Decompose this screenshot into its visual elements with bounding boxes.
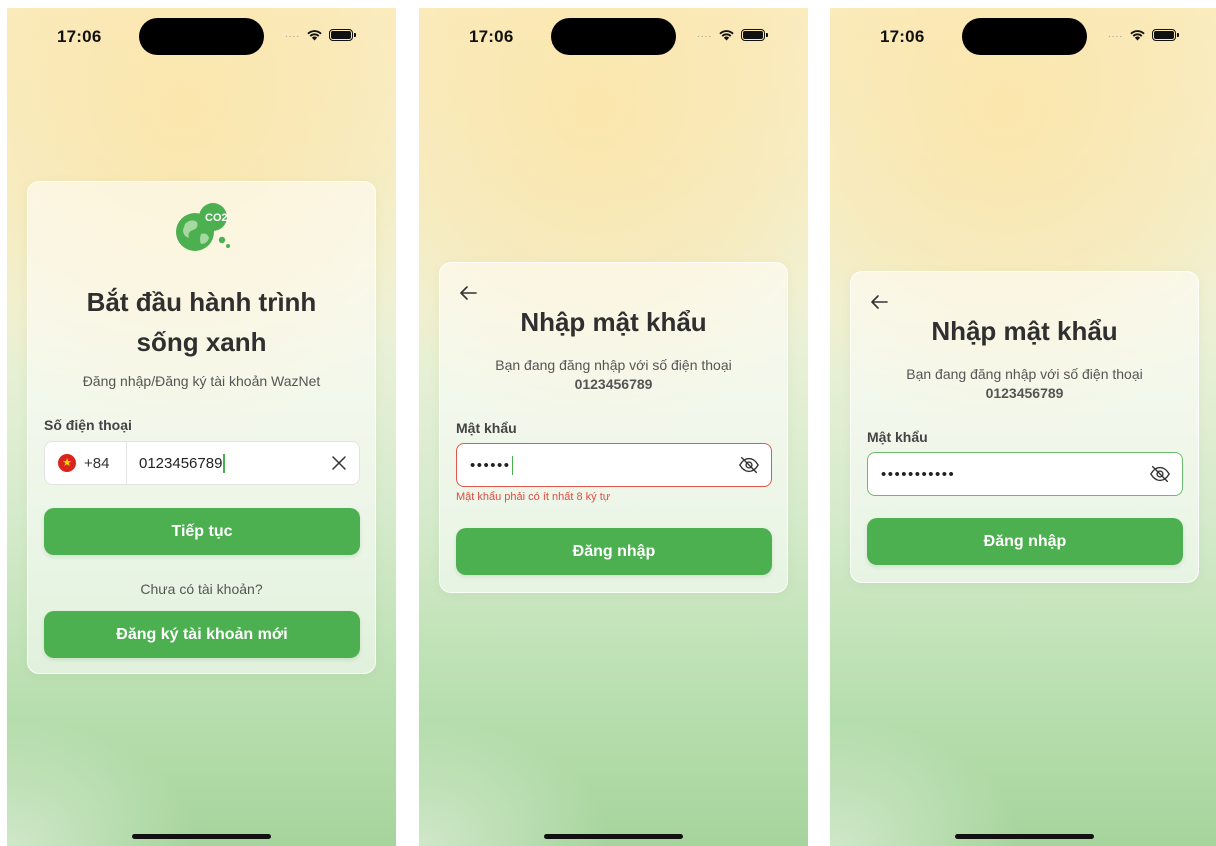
- password-card: Nhập mật khẩu Bạn đang đăng nhập với số …: [439, 262, 788, 593]
- status-time: 17:06: [469, 27, 514, 46]
- dynamic-island: [962, 18, 1087, 55]
- continue-button[interactable]: Tiếp tục: [44, 508, 360, 555]
- dynamic-island: [139, 18, 264, 55]
- status-time: 17:06: [880, 27, 925, 46]
- status-icons: ....: [285, 28, 357, 41]
- phone-input-field[interactable]: ★ +84 0123456789: [44, 441, 360, 485]
- phone-number: 0123456789: [574, 376, 653, 392]
- phone-screen-login-start: 17:06 .... CO2 Bắt đầu hành trình sống x…: [7, 8, 396, 846]
- page-subtitle: Bạn đang đăng nhập với số điện thoại 012…: [851, 365, 1198, 403]
- wifi-icon: [307, 30, 322, 41]
- subtitle-text: Bạn đang đăng nhập với số điện thoại: [906, 366, 1143, 382]
- page-title: Bắt đầu hành trình sống xanh: [28, 282, 375, 362]
- clear-phone-button[interactable]: [329, 453, 349, 473]
- country-code: +84: [84, 454, 110, 472]
- phone-number: 0123456789: [985, 385, 1064, 401]
- eye-off-icon[interactable]: [1149, 463, 1171, 485]
- svg-text:CO2: CO2: [205, 212, 228, 224]
- page-subtitle: Bạn đang đăng nhập với số điện thoại 012…: [440, 356, 787, 394]
- phone-value: 0123456789: [139, 454, 223, 472]
- password-label: Mật khẩu: [456, 420, 517, 436]
- dynamic-island: [551, 18, 676, 55]
- country-code-selector[interactable]: ★ +84: [45, 442, 127, 484]
- phone-label: Số điện thoại: [44, 417, 132, 433]
- signal-dots: ....: [1108, 28, 1124, 40]
- eye-off-icon[interactable]: [738, 454, 760, 476]
- password-field[interactable]: •••••••••••: [881, 466, 1149, 483]
- co2-earth-icon: CO2: [176, 203, 230, 251]
- no-account-text: Chưa có tài khoản?: [140, 581, 263, 597]
- phone-screen-password-error: 17:06 .... Nhập mật khẩu Bạn đang đăng n…: [419, 8, 808, 846]
- home-indicator[interactable]: [132, 834, 271, 839]
- home-indicator[interactable]: [544, 834, 683, 839]
- password-label: Mật khẩu: [867, 429, 928, 445]
- wifi-icon: [1130, 30, 1145, 41]
- login-card: CO2 Bắt đầu hành trình sống xanh Đăng nh…: [27, 181, 376, 674]
- password-error-message: Mật khẩu phải có ít nhất 8 ký tự: [456, 491, 611, 503]
- password-card: Nhập mật khẩu Bạn đang đăng nhập với số …: [850, 271, 1199, 583]
- signal-dots: ....: [697, 28, 713, 40]
- password-mask: ••••••: [470, 456, 511, 474]
- battery-icon: [1152, 28, 1180, 41]
- subtitle-text: Bạn đang đăng nhập với số điện thoại: [495, 357, 732, 373]
- page-title: Nhập mật khẩu: [520, 307, 707, 337]
- close-icon: [332, 456, 346, 470]
- status-icons: ....: [697, 28, 769, 41]
- battery-icon: [741, 28, 769, 41]
- vietnam-flag-icon: ★: [58, 454, 76, 472]
- status-icons: ....: [1108, 28, 1180, 41]
- title-line-1: Bắt đầu hành trình: [86, 287, 317, 317]
- password-input[interactable]: ••••••: [456, 443, 772, 487]
- password-input[interactable]: •••••••••••: [867, 452, 1183, 496]
- password-mask: •••••••••••: [881, 465, 956, 483]
- phone-input[interactable]: 0123456789: [139, 453, 329, 473]
- password-field[interactable]: ••••••: [470, 455, 738, 475]
- arrow-left-icon[interactable]: [867, 290, 891, 314]
- login-button[interactable]: Đăng nhập: [867, 518, 1183, 565]
- page-subtitle: Đăng nhập/Đăng ký tài khoản WazNet: [82, 373, 321, 389]
- text-caret: [223, 453, 225, 473]
- arrow-left-icon[interactable]: [456, 281, 480, 305]
- home-indicator[interactable]: [955, 834, 1094, 839]
- signal-dots: ....: [285, 28, 301, 40]
- battery-icon: [329, 28, 357, 41]
- register-button[interactable]: Đăng ký tài khoản mới: [44, 611, 360, 658]
- phone-screen-password-valid: 17:06 .... Nhập mật khẩu Bạn đang đăng n…: [830, 8, 1216, 846]
- page-title: Nhập mật khẩu: [931, 316, 1118, 346]
- status-time: 17:06: [57, 27, 102, 46]
- text-caret: [511, 455, 514, 475]
- wifi-icon: [719, 30, 734, 41]
- login-button[interactable]: Đăng nhập: [456, 528, 772, 575]
- title-line-2: sống xanh: [136, 327, 267, 357]
